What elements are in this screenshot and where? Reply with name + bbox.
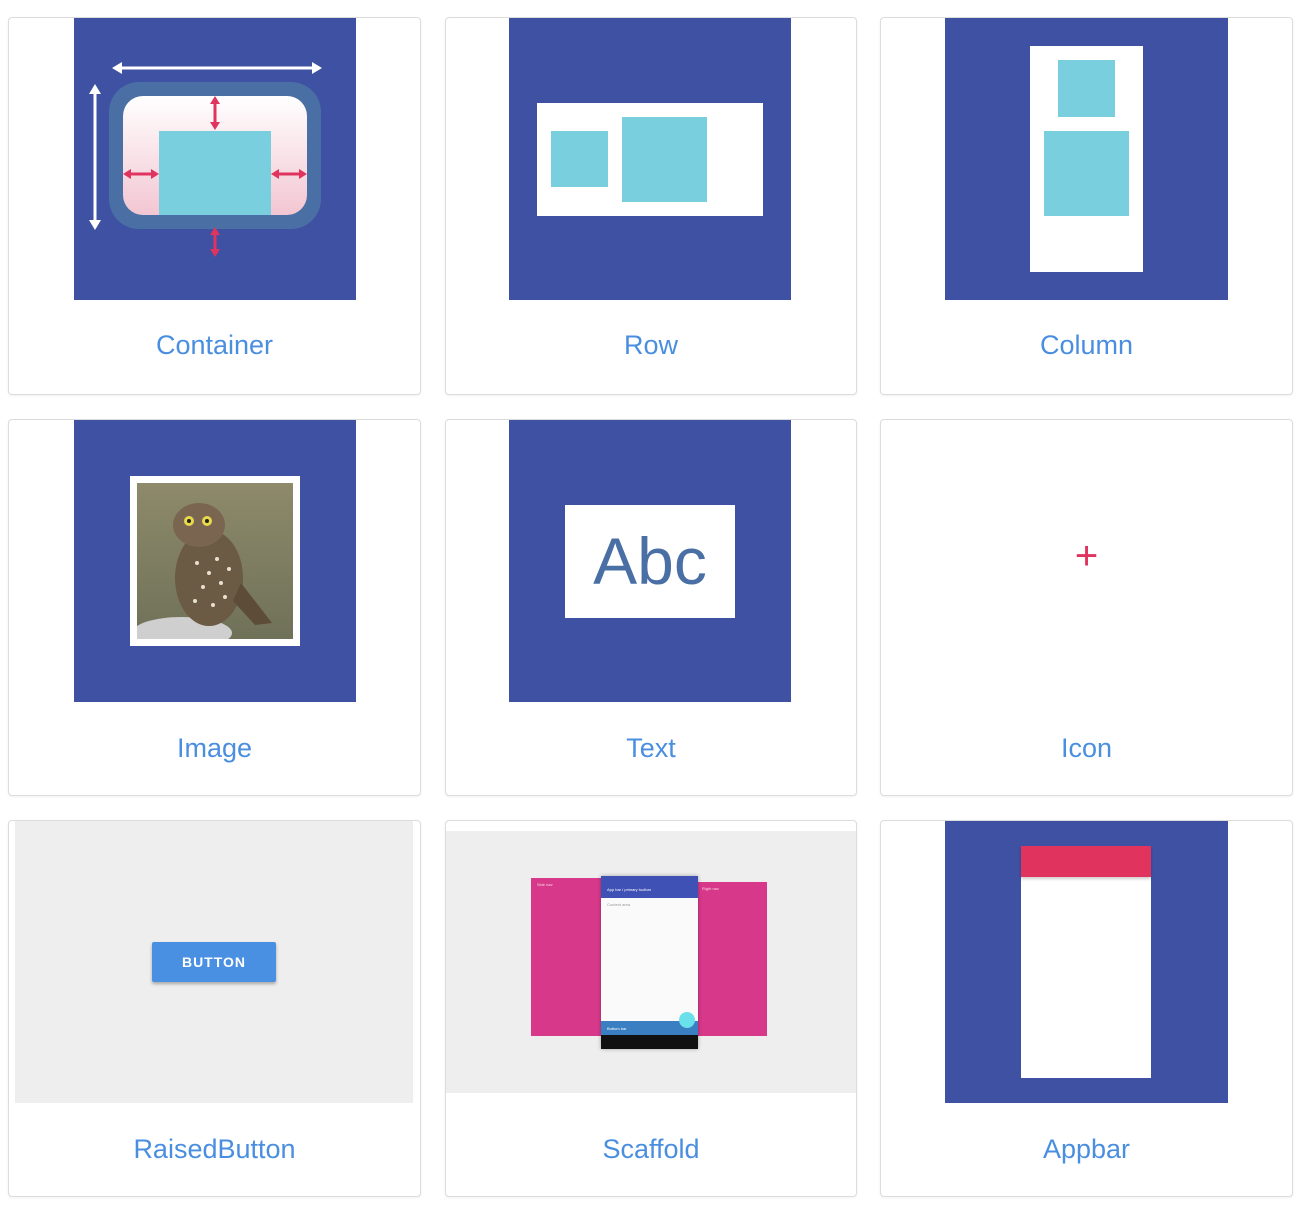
appbar-screen — [1021, 846, 1151, 1078]
widget-card-text[interactable]: Abc Text — [445, 419, 857, 796]
raisedbutton-thumbnail: BUTTON — [15, 821, 413, 1103]
container-thumbnail — [74, 18, 356, 300]
text-thumbnail: Abc — [509, 420, 791, 702]
appbar-bar — [1021, 846, 1151, 877]
plus-icon: + — [1074, 534, 1099, 578]
scaffold-system-bar — [601, 1035, 698, 1049]
widget-label: Column — [1039, 330, 1134, 360]
widget-card-image[interactable]: Image — [8, 419, 421, 796]
widget-label: Container — [155, 330, 274, 360]
column-thumbnail — [945, 18, 1228, 300]
column-child-large — [1044, 131, 1129, 216]
widget-label: RaisedButton — [133, 1134, 296, 1164]
widget-label: Text — [626, 733, 676, 763]
image-thumbnail — [74, 420, 356, 702]
row-child-large — [622, 117, 707, 202]
widget-label: Row — [623, 330, 678, 360]
text-sample: Abc — [593, 524, 707, 598]
scaffold-thumbnail: Side nav Right nav App bar / primary too… — [446, 831, 856, 1093]
scaffold-phone: App bar / primary toolbar Content area B… — [601, 876, 698, 1049]
widget-card-scaffold[interactable]: Side nav Right nav App bar / primary too… — [445, 820, 857, 1197]
owl-photo — [137, 483, 293, 639]
row-child-small — [551, 131, 608, 187]
content-label: Content area — [607, 902, 631, 907]
left-nav-label: Side nav — [537, 882, 553, 887]
row-thumbnail — [509, 18, 791, 300]
sample-raised-button: BUTTON — [152, 942, 276, 982]
scaffold-appbar: App bar / primary toolbar — [601, 876, 698, 898]
column-child-small — [1058, 60, 1115, 117]
widget-card-row[interactable]: Row — [445, 17, 857, 395]
bottom-bar-label: Bottom bar — [607, 1026, 627, 1031]
widget-card-appbar[interactable]: Appbar — [880, 820, 1293, 1197]
resize-arrows-icon — [89, 62, 322, 257]
widget-label: Scaffold — [602, 1134, 700, 1164]
appbar-thumbnail — [945, 821, 1228, 1103]
widget-card-raisedbutton[interactable]: BUTTON RaisedButton — [8, 820, 421, 1197]
widget-label: Appbar — [1042, 1134, 1131, 1164]
right-nav-label: Right nav — [702, 886, 719, 891]
widget-card-icon[interactable]: + Icon — [880, 419, 1293, 796]
scaffold-right-nav: Right nav — [696, 882, 767, 1036]
scaffold-left-nav: Side nav — [531, 878, 601, 1036]
appbar-label: App bar / primary toolbar — [607, 887, 652, 892]
widget-label: Image — [176, 733, 253, 763]
widget-card-container[interactable]: Container — [8, 17, 421, 395]
scaffold-fab — [679, 1012, 695, 1028]
widget-card-column[interactable]: Column — [880, 17, 1293, 395]
widget-label: Icon — [1060, 733, 1113, 763]
